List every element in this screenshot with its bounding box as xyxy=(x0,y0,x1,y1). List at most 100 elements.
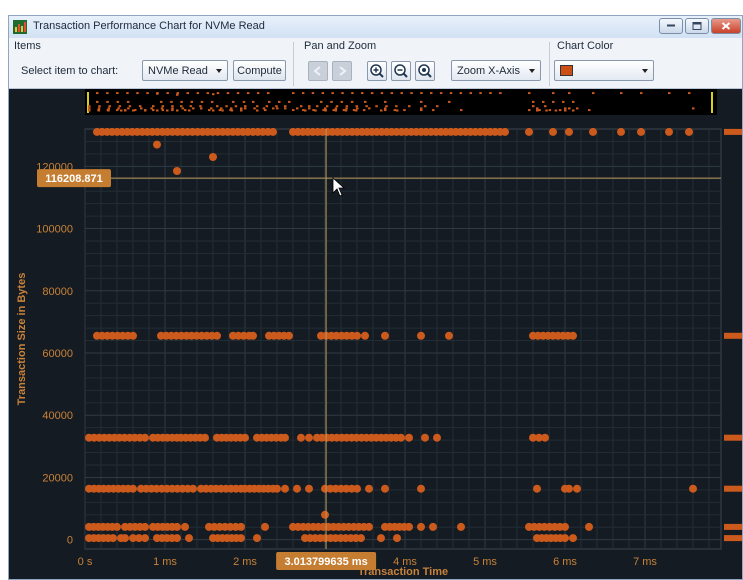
overview-point xyxy=(275,105,278,108)
overview-point xyxy=(314,109,317,112)
data-point xyxy=(405,433,413,442)
chart-color-group-label: Chart Color xyxy=(557,40,614,52)
edge-series-marker xyxy=(724,535,742,542)
overview-point xyxy=(320,100,323,103)
overview-point xyxy=(200,107,203,110)
overview-point xyxy=(144,109,147,112)
overview-point xyxy=(256,92,260,95)
data-point xyxy=(353,484,361,493)
title-bar[interactable]: Transaction Performance Chart for NVMe R… xyxy=(9,16,742,38)
overview-point xyxy=(180,105,183,108)
overview-point xyxy=(335,105,339,108)
data-point xyxy=(361,331,369,340)
data-point xyxy=(129,484,137,493)
data-point xyxy=(381,484,389,493)
data-point xyxy=(561,534,569,543)
data-point xyxy=(357,534,365,543)
overview-point xyxy=(196,92,200,95)
overview-point xyxy=(226,92,230,95)
items-group-label: Items xyxy=(14,40,41,52)
overview-point xyxy=(106,92,109,95)
data-point xyxy=(305,484,313,493)
data-point xyxy=(589,127,597,136)
overview-point xyxy=(166,109,169,112)
overview-point xyxy=(98,105,101,108)
overview-point xyxy=(96,92,99,95)
overview-point xyxy=(334,109,337,112)
data-point xyxy=(685,127,693,136)
overview-point xyxy=(308,107,311,110)
chart-area[interactable]: 0 20000 40000 60000 80000 100000 120000 0 s1 ms… xyxy=(9,89,743,580)
overview-point xyxy=(393,109,397,112)
data-point xyxy=(689,484,697,493)
overview-point xyxy=(216,105,219,108)
overview-point xyxy=(190,100,193,103)
data-point xyxy=(189,484,197,493)
chart-color-select[interactable] xyxy=(554,60,654,81)
chart-app-icon xyxy=(13,20,27,34)
overview-point xyxy=(171,107,174,110)
overview-point xyxy=(545,109,548,112)
overview-point xyxy=(572,109,575,112)
overview-point xyxy=(234,105,238,108)
overview-point xyxy=(232,100,235,103)
data-point xyxy=(281,433,289,442)
overview-point xyxy=(265,105,269,108)
overview-point xyxy=(361,92,364,95)
data-point xyxy=(565,127,573,136)
overview-point xyxy=(212,93,215,96)
overview-point xyxy=(88,105,91,108)
overview-point xyxy=(324,108,327,111)
overview-point xyxy=(424,105,427,108)
overview-point xyxy=(548,109,552,112)
mouse-pointer-icon xyxy=(332,177,346,197)
overview-point xyxy=(240,109,243,112)
pan-right-icon xyxy=(339,66,347,76)
overview-point xyxy=(221,109,224,112)
overview-point xyxy=(356,107,359,110)
overview-point xyxy=(208,109,211,112)
toolbar: Items Select item to chart: NVMe Read Co… xyxy=(9,38,742,89)
overview-point xyxy=(192,107,195,110)
overview-point xyxy=(128,105,132,108)
data-point xyxy=(457,522,465,531)
item-select[interactable]: NVMe Read xyxy=(142,60,228,81)
overview-point xyxy=(284,105,287,108)
overview-point xyxy=(554,109,558,112)
data-point xyxy=(241,433,249,442)
overview-point xyxy=(292,109,295,112)
pan-right-button[interactable] xyxy=(332,61,352,81)
scatter-chart[interactable]: 0200004000060000800001000001200000 s1 ms… xyxy=(9,89,743,580)
overview-point xyxy=(230,109,234,112)
data-point xyxy=(393,534,401,543)
compute-button[interactable]: Compute xyxy=(233,60,286,81)
zoom-in-button[interactable] xyxy=(367,61,387,81)
overview-point xyxy=(403,109,406,112)
x-tick-label: 7 ms xyxy=(633,556,657,568)
overview-point xyxy=(351,92,354,95)
zoom-axis-select[interactable]: Zoom X-Axis xyxy=(451,60,541,81)
overview-point xyxy=(276,107,279,110)
overview-point xyxy=(150,107,153,110)
zoom-out-button[interactable] xyxy=(391,61,411,81)
data-point xyxy=(141,433,149,442)
overview-point xyxy=(171,105,174,108)
group-divider xyxy=(549,42,550,86)
overview-point xyxy=(341,92,344,95)
pan-left-button[interactable] xyxy=(308,61,328,81)
close-button[interactable] xyxy=(711,18,741,34)
overview-point xyxy=(126,100,130,103)
overview-point xyxy=(562,100,565,103)
overview-point xyxy=(395,105,398,108)
data-point xyxy=(405,522,413,531)
maximize-button[interactable] xyxy=(685,18,709,34)
overview-point xyxy=(116,100,120,103)
minimize-button[interactable] xyxy=(659,18,683,34)
chevron-down-icon xyxy=(529,69,535,73)
zoom-reset-button[interactable] xyxy=(415,61,435,81)
overview-point xyxy=(107,109,110,112)
overview-point xyxy=(692,107,695,110)
overview-point xyxy=(189,105,193,108)
overview-point xyxy=(345,105,349,108)
overview-point xyxy=(344,109,348,112)
